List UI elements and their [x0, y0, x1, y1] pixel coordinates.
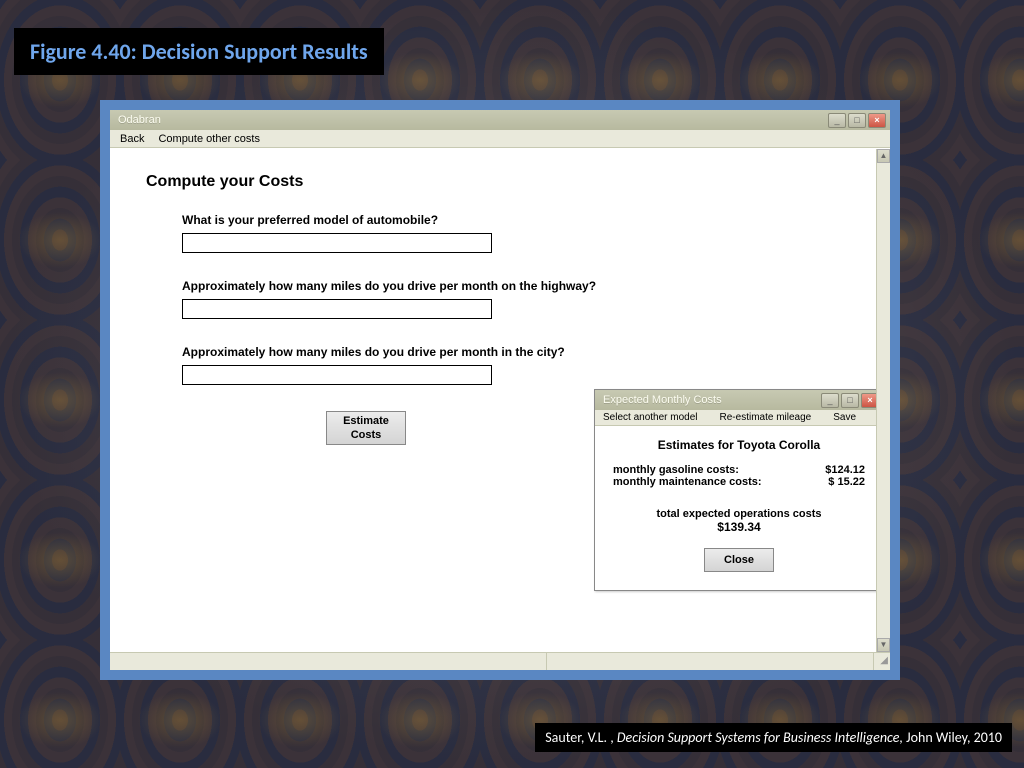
- menu-save[interactable]: Save: [833, 412, 856, 423]
- citation-title: Decision Support Systems for Business In…: [617, 729, 906, 746]
- gas-value: $124.12: [825, 464, 865, 476]
- citation-author: Sauter, V.L. ,: [545, 729, 617, 746]
- question-model-label: What is your preferred model of automobi…: [182, 213, 854, 227]
- citation: Sauter, V.L. , Decision Support Systems …: [535, 723, 1012, 752]
- figure-caption-text: Figure 4.40: Decision Support Results: [30, 38, 368, 65]
- window-buttons: _ □ ×: [828, 113, 886, 128]
- popup-maximize-icon[interactable]: □: [841, 393, 859, 408]
- main-window-title: Odabran: [118, 114, 161, 126]
- main-menubar: Back Compute other costs: [110, 130, 890, 148]
- question-city: Approximately how many miles do you driv…: [182, 345, 854, 385]
- minimize-icon[interactable]: _: [828, 113, 846, 128]
- gas-label: monthly gasoline costs:: [613, 464, 739, 476]
- estimate-button[interactable]: EstimateCosts: [326, 411, 406, 445]
- results-popup: Expected Monthly Costs _ □ × Select anot…: [594, 389, 884, 591]
- popup-menubar: Select another model Re-estimate mileage…: [595, 410, 883, 426]
- citation-publisher: John Wiley, 2010: [906, 729, 1002, 746]
- highway-input[interactable]: [182, 299, 492, 319]
- scrollbar[interactable]: ▲ ▼: [876, 149, 890, 652]
- menu-reestimate[interactable]: Re-estimate mileage: [720, 412, 812, 423]
- model-input[interactable]: [182, 233, 492, 253]
- form-heading: Compute your Costs: [146, 173, 854, 191]
- popup-heading: Estimates for Toyota Corolla: [609, 438, 869, 452]
- maint-label: monthly maintenance costs:: [613, 476, 762, 488]
- city-input[interactable]: [182, 365, 492, 385]
- content-area: Compute your Costs What is your preferre…: [110, 148, 890, 652]
- row-maintenance: monthly maintenance costs: $ 15.22: [609, 476, 869, 488]
- question-highway: Approximately how many miles do you driv…: [182, 279, 854, 319]
- question-highway-label: Approximately how many miles do you driv…: [182, 279, 854, 293]
- popup-window-buttons: _ □ ×: [821, 393, 879, 408]
- popup-title: Expected Monthly Costs: [603, 394, 722, 406]
- maint-value: $ 15.22: [828, 476, 865, 488]
- question-city-label: Approximately how many miles do you driv…: [182, 345, 854, 359]
- popup-body: Estimates for Toyota Corolla monthly gas…: [595, 426, 883, 590]
- menu-back[interactable]: Back: [120, 133, 144, 145]
- scroll-up-icon[interactable]: ▲: [877, 149, 890, 163]
- close-icon[interactable]: ×: [868, 113, 886, 128]
- close-button[interactable]: Close: [704, 548, 774, 572]
- menu-select-another[interactable]: Select another model: [603, 412, 698, 423]
- row-gas: monthly gasoline costs: $124.12: [609, 464, 869, 476]
- menu-compute-other[interactable]: Compute other costs: [158, 133, 260, 145]
- popup-minimize-icon[interactable]: _: [821, 393, 839, 408]
- resize-grip-icon[interactable]: ◢: [874, 653, 890, 670]
- figure-caption: Figure 4.40: Decision Support Results: [14, 28, 384, 75]
- question-model: What is your preferred model of automobi…: [182, 213, 854, 253]
- maximize-icon[interactable]: □: [848, 113, 866, 128]
- total-value: $139.34: [609, 520, 869, 534]
- main-titlebar: Odabran _ □ ×: [110, 110, 890, 130]
- statusbar: ◢: [110, 652, 890, 670]
- popup-titlebar: Expected Monthly Costs _ □ ×: [595, 390, 883, 410]
- scroll-down-icon[interactable]: ▼: [877, 638, 890, 652]
- slide-frame: Odabran _ □ × Back Compute other costs C…: [100, 100, 900, 680]
- main-window: Odabran _ □ × Back Compute other costs C…: [110, 110, 890, 670]
- total-label: total expected operations costs: [609, 508, 869, 520]
